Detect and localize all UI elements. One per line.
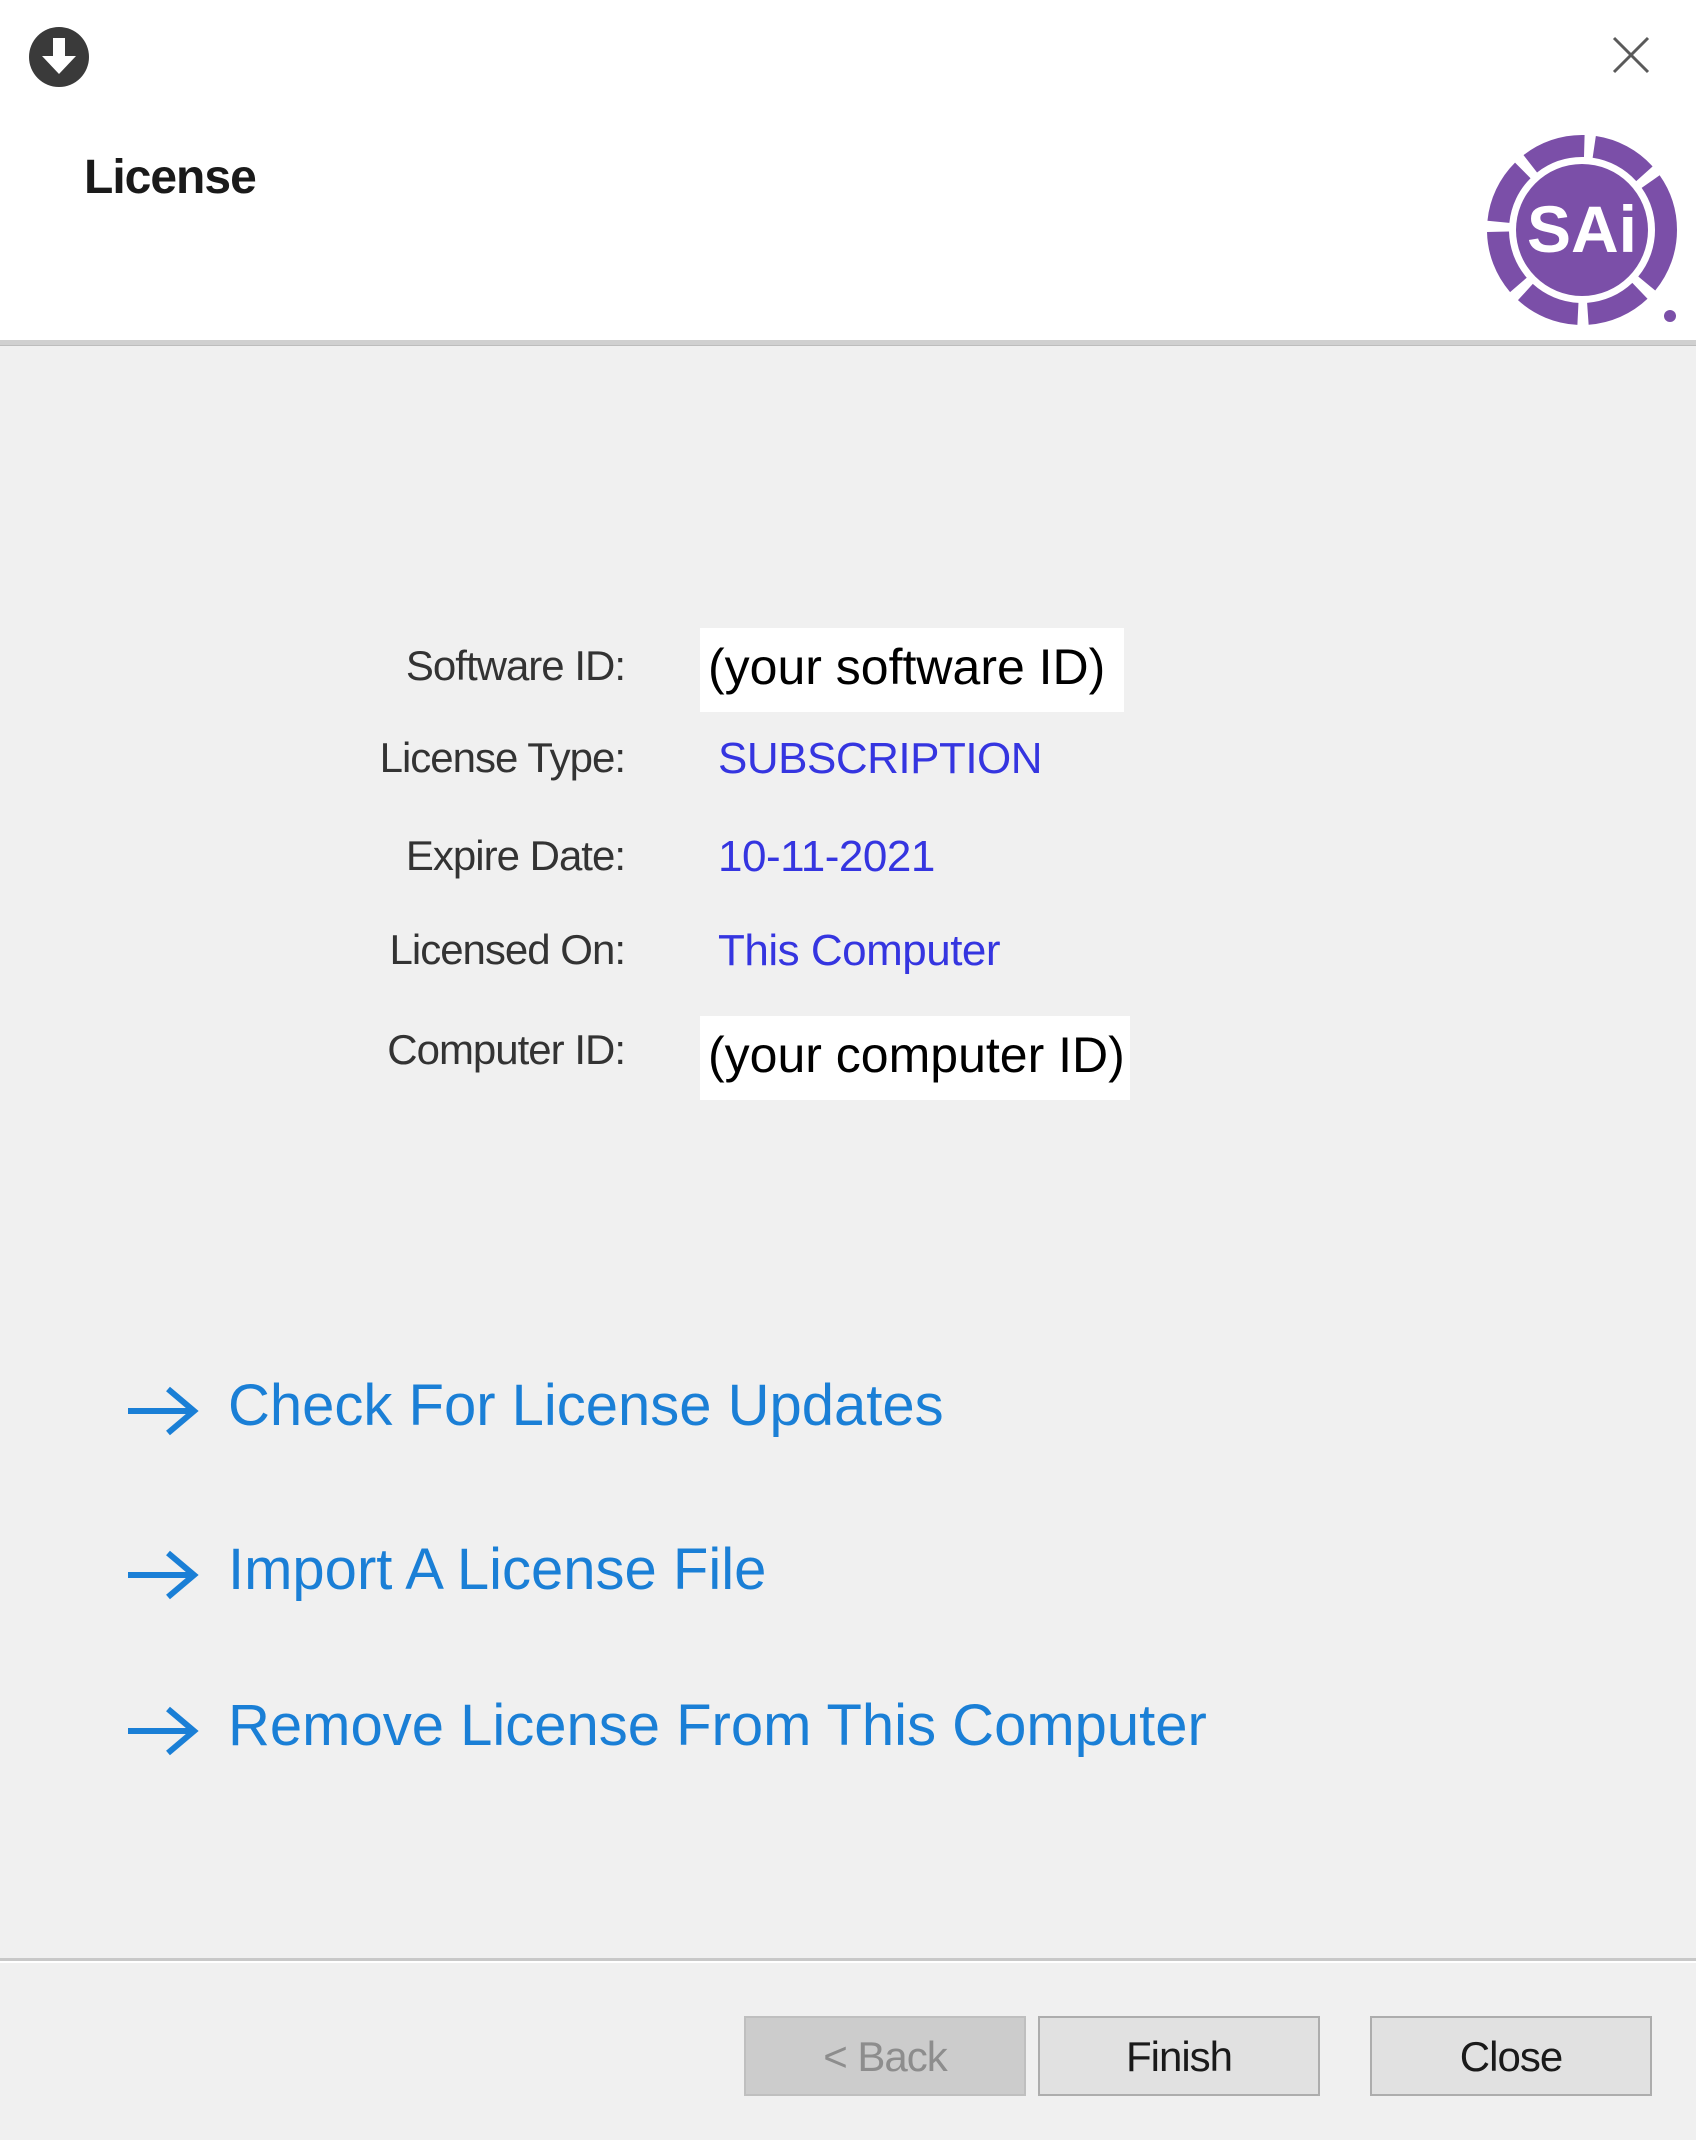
arrow-right-icon [128,1550,199,1600]
computer-id-box: (your computer ID) [700,1016,1130,1100]
close-icon[interactable] [1606,30,1656,80]
close-button[interactable]: Close [1370,2016,1652,2096]
footer-divider [0,1958,1696,1963]
arrow-right-icon [128,1386,199,1436]
download-circle-icon [29,27,89,87]
import-license-file-label[interactable]: Import A License File [228,1536,766,1603]
licensed-on-row: Licensed On: This Computer [0,924,1696,1004]
sai-logo: SAi [1487,135,1677,325]
software-id-row: Software ID: (your software ID) [0,628,1696,718]
software-id-box: (your software ID) [700,628,1124,712]
back-button[interactable]: < Back [744,2016,1026,2096]
license-type-label: License Type: [379,734,626,781]
remove-license-label[interactable]: Remove License From This Computer [228,1692,1207,1759]
dialog-header: License SAi [0,0,1696,340]
expire-date-row: Expire Date: 10-11-2021 [0,830,1696,910]
licensed-on-label: Licensed On: [389,926,626,973]
expire-date-label: Expire Date: [405,832,626,879]
license-type-value: SUBSCRIPTION [718,734,1043,783]
software-id-value: (your software ID) [708,639,1106,695]
licensed-on-value: This Computer [718,926,1001,975]
license-type-row: License Type: SUBSCRIPTION [0,732,1696,812]
computer-id-value: (your computer ID) [708,1027,1125,1083]
finish-button[interactable]: Finish [1038,2016,1320,2096]
expire-date-value: 10-11-2021 [718,832,935,881]
page-title: License [84,151,257,204]
computer-id-row: Computer ID: (your computer ID) [0,1016,1696,1104]
software-id-label: Software ID: [405,642,626,689]
computer-id-label: Computer ID: [387,1026,626,1073]
arrow-right-icon [128,1706,199,1756]
check-license-updates-label[interactable]: Check For License Updates [228,1372,944,1439]
logo-text: SAi [1527,192,1637,266]
header-divider [0,340,1696,346]
